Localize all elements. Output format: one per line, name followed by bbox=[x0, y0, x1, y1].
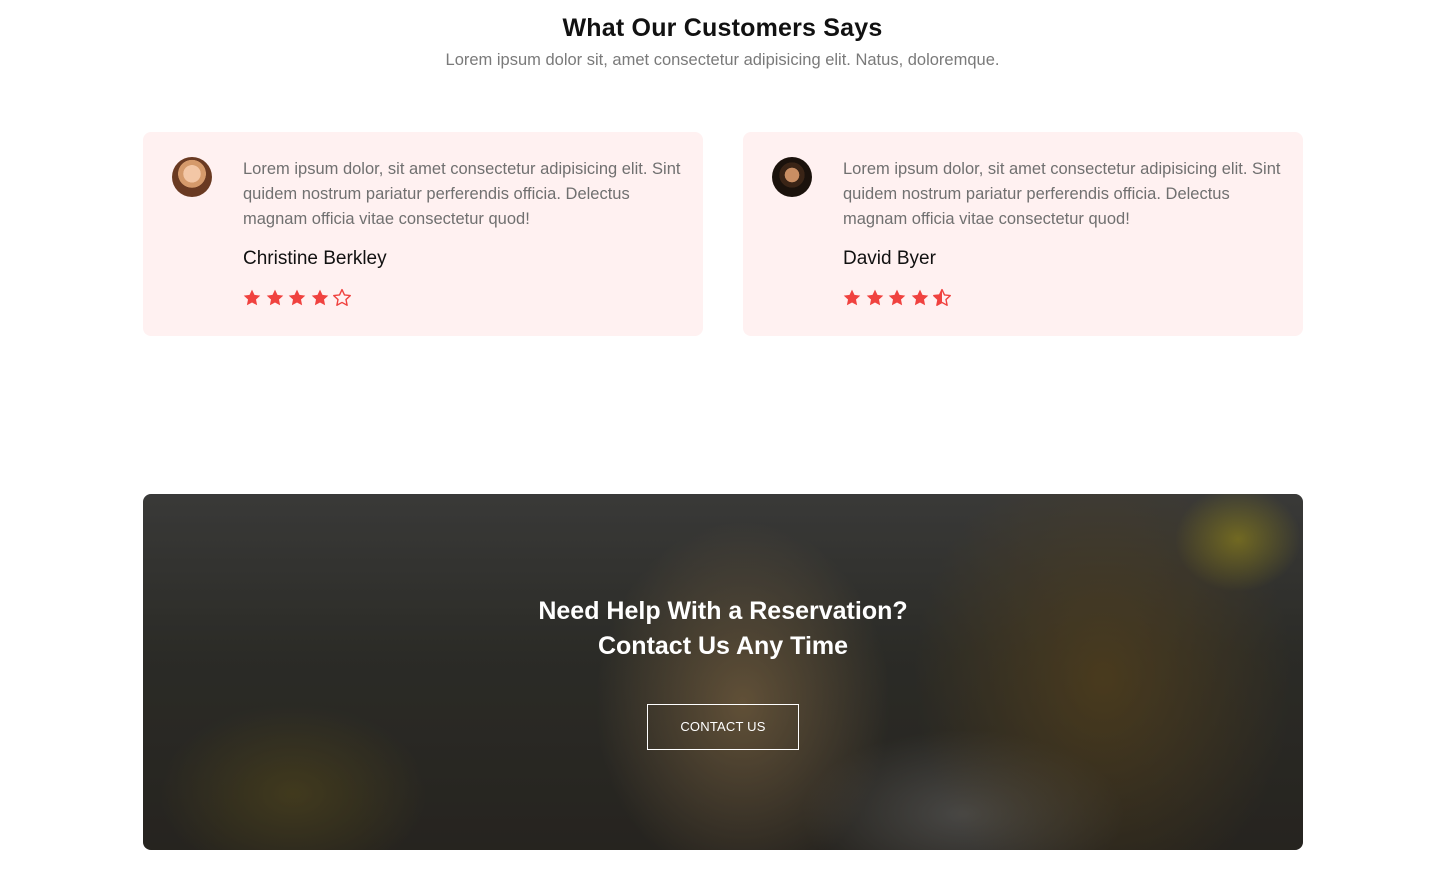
testimonial-quote: Lorem ipsum dolor, sit amet consectetur … bbox=[843, 160, 1281, 228]
star-filled-icon bbox=[310, 288, 330, 308]
banner-title: Need Help With a Reservation? Contact Us… bbox=[143, 594, 1303, 664]
customer-name: Christine Berkley bbox=[243, 248, 387, 269]
star-filled-icon bbox=[910, 288, 930, 308]
customer-name: David Byer bbox=[843, 248, 936, 269]
star-filled-icon bbox=[865, 288, 885, 308]
star-filled-icon bbox=[242, 288, 262, 308]
star-filled-icon bbox=[887, 288, 907, 308]
testimonial-card: Lorem ipsum dolor, sit amet consectetur … bbox=[143, 132, 703, 336]
star-outline-icon bbox=[332, 288, 352, 308]
star-rating bbox=[842, 288, 955, 308]
star-filled-icon bbox=[842, 288, 862, 308]
banner-title-line: Need Help With a Reservation? bbox=[538, 597, 908, 625]
star-filled-icon bbox=[287, 288, 307, 308]
star-rating bbox=[242, 288, 355, 308]
star-half-icon bbox=[932, 288, 952, 308]
avatar bbox=[772, 157, 812, 197]
star-filled-icon bbox=[265, 288, 285, 308]
page: What Our Customers Says Lorem ipsum dolo… bbox=[0, 0, 1445, 875]
testimonial-quote: Lorem ipsum dolor, sit amet consectetur … bbox=[243, 160, 681, 228]
banner-title-line: Contact Us Any Time bbox=[597, 632, 849, 660]
banner-photo-overlay bbox=[143, 494, 1303, 850]
avatar bbox=[172, 157, 212, 197]
testimonial-card: Lorem ipsum dolor, sit amet consectetur … bbox=[743, 132, 1303, 336]
section-title: What Our Customers Says bbox=[562, 14, 883, 42]
section-subtitle: Lorem ipsum dolor sit, amet consectetur … bbox=[445, 51, 1000, 69]
contact-banner: Need Help With a Reservation? Contact Us… bbox=[143, 494, 1303, 850]
contact-us-button[interactable]: CONTACT US bbox=[647, 704, 799, 750]
